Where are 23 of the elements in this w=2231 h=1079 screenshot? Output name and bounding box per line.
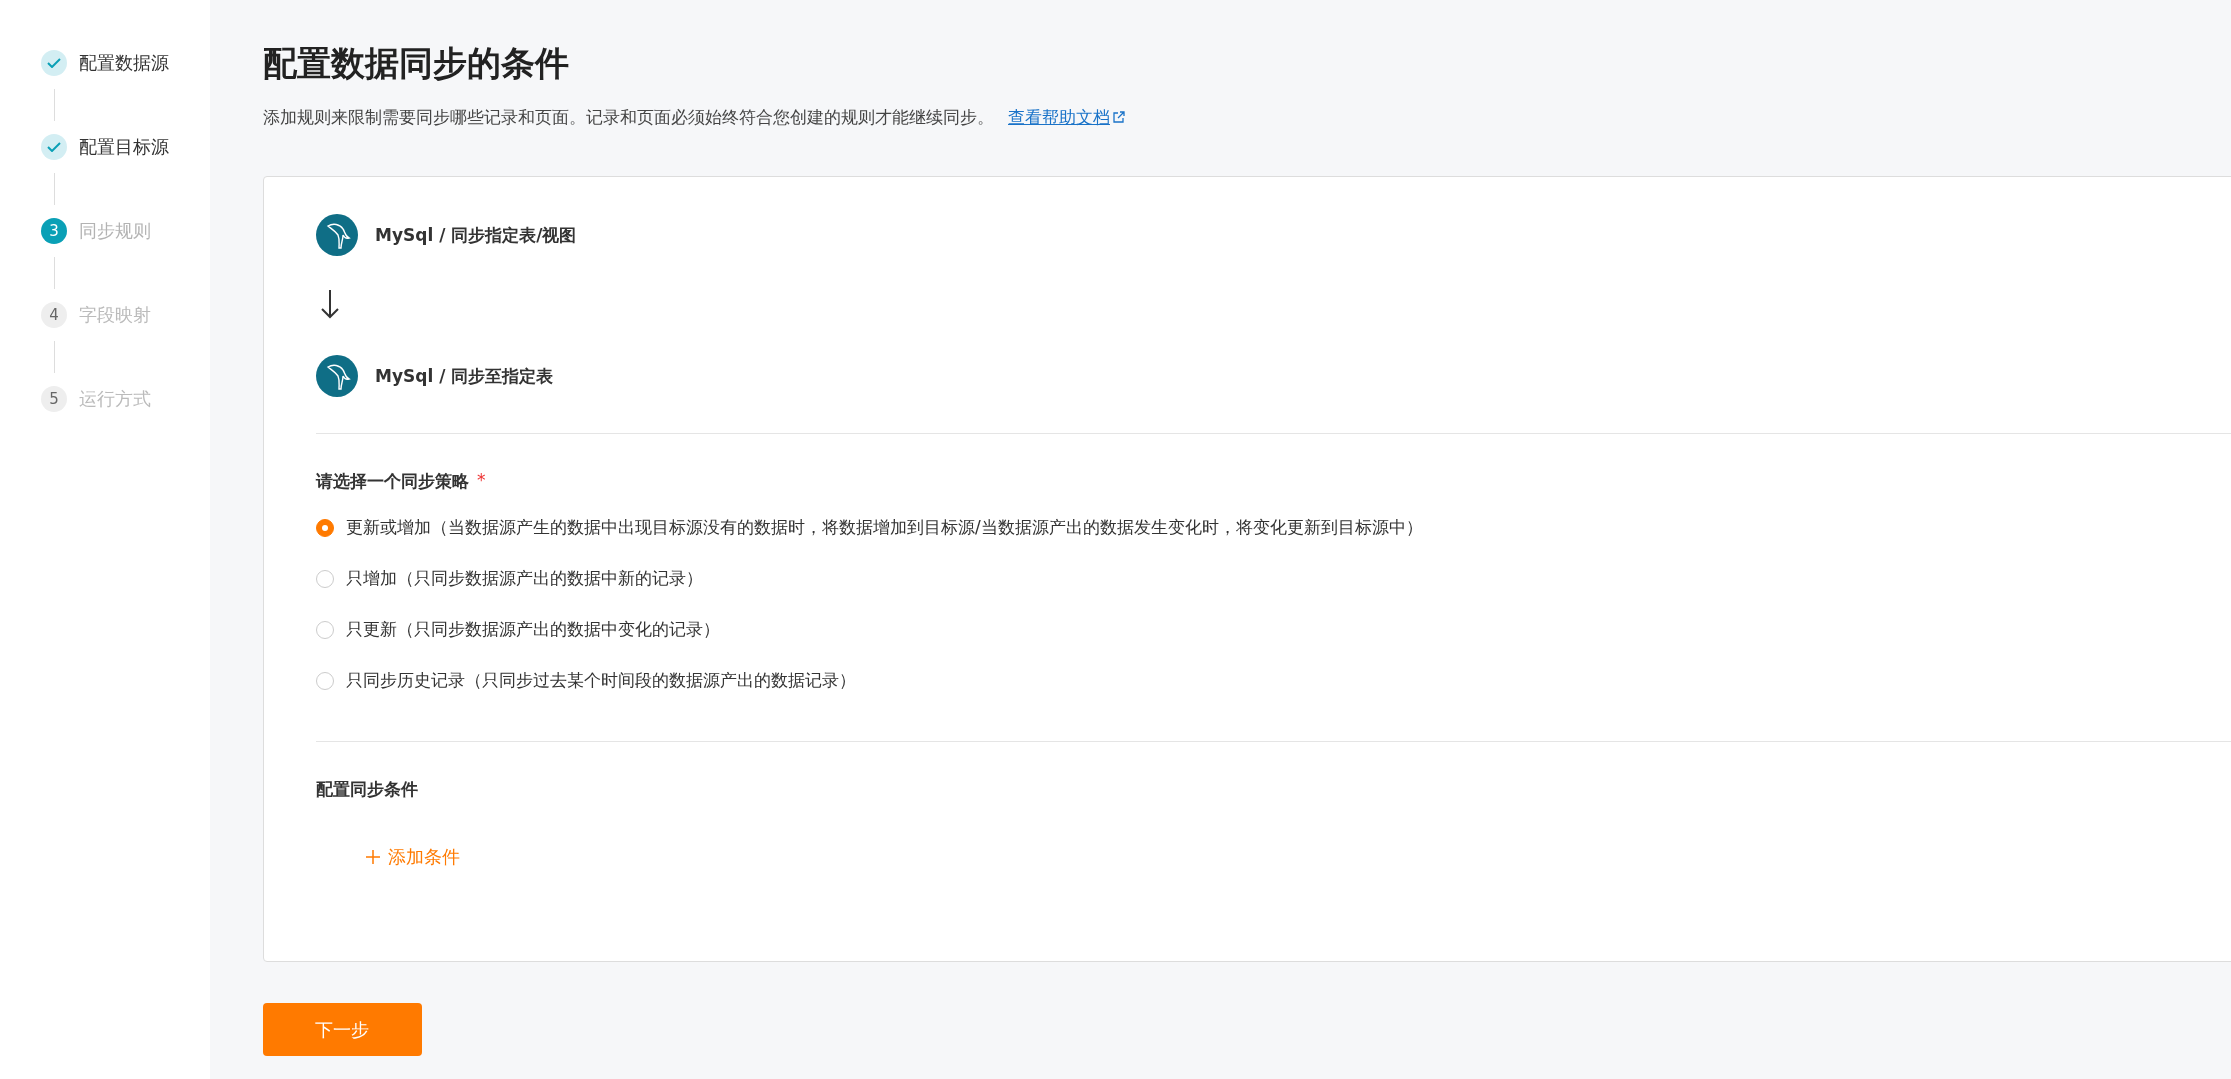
option-label[interactable]: 更新或增加（当数据源产生的数据中出现目标源没有的数据时，将数据增加到目标源/当数据源产出的数据发生变化时，将变化更新到目标源中）: [346, 516, 1423, 539]
page-title: 配置数据同步的条件: [263, 42, 570, 85]
step-number: 3: [41, 218, 67, 244]
strategy-label: 请选择一个同步策略: [316, 470, 469, 493]
section-title: 配置同步条件: [316, 778, 419, 801]
dolphin-icon: [316, 214, 358, 256]
external-link-icon: [1112, 111, 1125, 124]
step-number: 5: [41, 386, 67, 412]
option-label[interactable]: 只增加（只同步数据源产出的数据中新的记录）: [346, 567, 703, 590]
step-number: 4: [41, 302, 67, 328]
option-label[interactable]: 只更新（只同步数据源产出的数据中变化的记录）: [346, 618, 720, 641]
page-description: 添加规则来限制需要同步哪些记录和页面。记录和页面必须始终符合您创建的规则才能继续同步。: [263, 106, 994, 129]
down-arrow-icon: [320, 289, 340, 319]
connection-label: MySql / 同步指定表/视图: [375, 223, 577, 247]
step-label[interactable]: 配置目标源: [79, 135, 169, 159]
required-mark: *: [477, 470, 486, 492]
connection-label: MySql / 同步至指定表: [375, 364, 554, 388]
plus-icon: [366, 850, 380, 864]
step-label[interactable]: 配置数据源: [79, 51, 169, 75]
option-label[interactable]: 只同步历史记录（只同步过去某个时间段的数据源产出的数据记录）: [346, 669, 856, 692]
dolphin-icon: [316, 355, 358, 397]
help-link[interactable]: 查看帮助文档: [1008, 106, 1125, 129]
radio-button[interactable]: [316, 518, 334, 537]
